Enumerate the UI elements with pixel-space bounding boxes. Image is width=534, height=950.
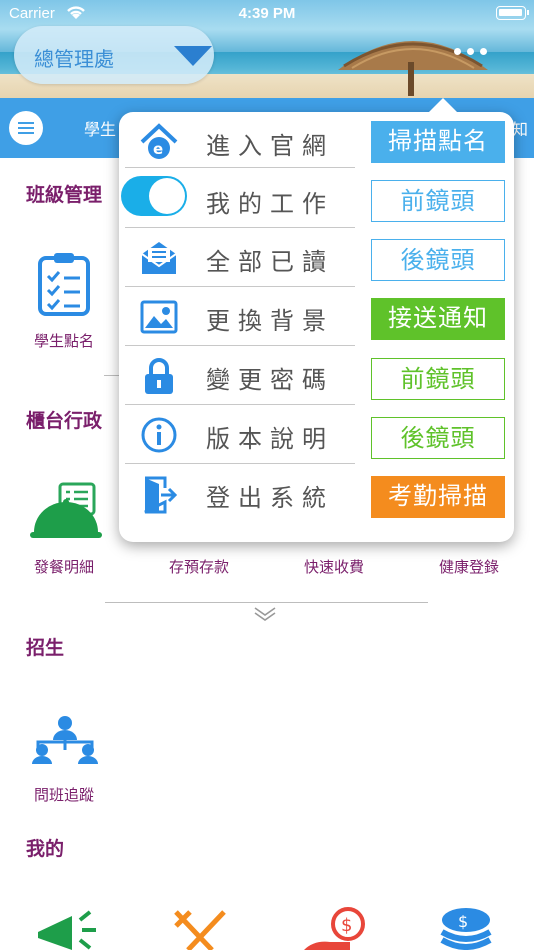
clock: 4:39 PM bbox=[238, 5, 296, 22]
pickup-notice-button[interactable]: 接送通知 bbox=[371, 298, 505, 340]
image-icon bbox=[140, 300, 178, 334]
scan-rollcall-front-camera-button[interactable]: 前鏡頭 bbox=[371, 180, 505, 222]
meal-cloche-icon bbox=[30, 482, 102, 538]
attendance-scan-button[interactable]: 考勤掃描 bbox=[371, 476, 505, 518]
grid-item-label: 發餐明細 bbox=[33, 558, 94, 576]
header-banner: Carrier 4:39 PM 總管理處 bbox=[0, 0, 534, 98]
menu-item-label: 我的工作 bbox=[206, 190, 334, 218]
menu-item-label: 進入官網 bbox=[206, 132, 334, 160]
department-select-value: 總管理處 bbox=[34, 47, 114, 71]
scan-rollcall-back-camera-button[interactable]: 後鏡頭 bbox=[371, 239, 505, 281]
menu-item-label: 變更密碼 bbox=[206, 366, 334, 394]
mail-open-icon bbox=[141, 242, 177, 274]
people-network-icon bbox=[32, 716, 98, 764]
umbrella-pole bbox=[408, 62, 414, 96]
section-title-frontdesk: 櫃台行政 bbox=[26, 410, 103, 432]
menu-item-mark-all-read[interactable]: 全部已讀 bbox=[125, 228, 355, 287]
chevron-down-icon bbox=[174, 46, 212, 66]
menu-item-label: 更換背景 bbox=[206, 307, 334, 335]
menu-item-label: 全部已讀 bbox=[206, 248, 334, 276]
my-work-toggle[interactable] bbox=[121, 176, 187, 216]
svg-text:e: e bbox=[153, 140, 163, 158]
fork-knife-icon[interactable] bbox=[172, 910, 228, 950]
logout-door-icon bbox=[144, 476, 178, 514]
double-chevron-down-icon[interactable] bbox=[253, 606, 277, 622]
status-bar: Carrier 4:39 PM bbox=[0, 0, 534, 26]
more-options-icon[interactable] bbox=[454, 40, 494, 55]
menu-item-change-background[interactable]: 更換背景 bbox=[125, 287, 355, 346]
coins-stack-icon[interactable]: $ bbox=[438, 906, 496, 950]
ie-home-icon: e bbox=[140, 123, 178, 159]
clipboard-check-icon bbox=[38, 253, 90, 316]
menu-item-official-site[interactable]: e 進入官網 bbox=[125, 112, 355, 168]
section-title-class: 班級管理 bbox=[26, 184, 103, 206]
grid-item-label: 問班追蹤 bbox=[33, 786, 94, 804]
grid-item-label: 學生點名 bbox=[33, 332, 94, 350]
grid-item-label: 存預存款 bbox=[168, 558, 229, 576]
department-select[interactable]: 總管理處 bbox=[14, 26, 214, 84]
menu-item-label: 登出系統 bbox=[206, 484, 334, 512]
hamburger-menu-icon[interactable] bbox=[9, 111, 43, 145]
grid-item-meal-details[interactable]: 發餐明細 bbox=[4, 478, 124, 578]
grid-item-roll-call[interactable]: 學生點名 bbox=[4, 250, 124, 350]
lock-icon bbox=[145, 358, 173, 394]
nav-tab-students[interactable]: 學生 bbox=[84, 116, 116, 140]
section-title-enrollment: 招生 bbox=[26, 637, 65, 659]
divider bbox=[105, 602, 428, 603]
grid-item-label: 健康登錄 bbox=[438, 558, 499, 576]
section-title-mine: 我的 bbox=[26, 838, 65, 860]
menu-item-logout[interactable]: 登出系統 bbox=[125, 464, 355, 528]
popup-menu: e 進入官網 我的工作 全部已讀 更換背景 變更密碼 版本說明 登出系統 掃描點… bbox=[119, 98, 514, 542]
scan-rollcall-button[interactable]: 掃描點名 bbox=[371, 121, 505, 163]
battery-icon bbox=[496, 6, 529, 20]
svg-text:$: $ bbox=[458, 912, 468, 931]
svg-text:$: $ bbox=[341, 915, 352, 936]
info-icon bbox=[141, 417, 177, 453]
grid-item-label: 快速收費 bbox=[303, 558, 364, 576]
menu-item-change-password[interactable]: 變更密碼 bbox=[125, 346, 355, 405]
app-screen: Carrier 4:39 PM 總管理處 學生 知 班級管理 學生點名 櫃台行政… bbox=[0, 0, 534, 950]
megaphone-icon[interactable] bbox=[32, 906, 102, 950]
menu-item-version-notes[interactable]: 版本說明 bbox=[125, 405, 355, 464]
nav-tab-notify[interactable]: 知 bbox=[512, 116, 528, 140]
menu-item-label: 版本說明 bbox=[206, 425, 334, 453]
money-payment-icon[interactable]: $ bbox=[304, 904, 366, 950]
pickup-back-camera-button[interactable]: 後鏡頭 bbox=[371, 417, 505, 459]
pickup-front-camera-button[interactable]: 前鏡頭 bbox=[371, 358, 505, 400]
grid-item-inquiry-tracking[interactable]: 問班追蹤 bbox=[4, 712, 124, 812]
